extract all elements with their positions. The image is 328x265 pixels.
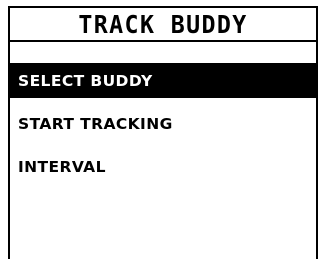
menu-item-interval[interactable]: INTERVAL [10,149,316,184]
menu-item-start-tracking[interactable]: START TRACKING [10,106,316,141]
title-bar: TRACK BUDDY [10,8,316,42]
menu-list: SELECT BUDDY START TRACKING INTERVAL [10,63,316,184]
page-title: TRACK BUDDY [78,9,248,39]
device-screen: TRACK BUDDY SELECT BUDDY START TRACKING … [8,6,318,259]
menu-item-label: SELECT BUDDY [18,71,153,90]
menu-item-label: INTERVAL [18,157,106,176]
menu-item-select-buddy[interactable]: SELECT BUDDY [10,63,316,98]
menu-item-label: START TRACKING [18,114,173,133]
